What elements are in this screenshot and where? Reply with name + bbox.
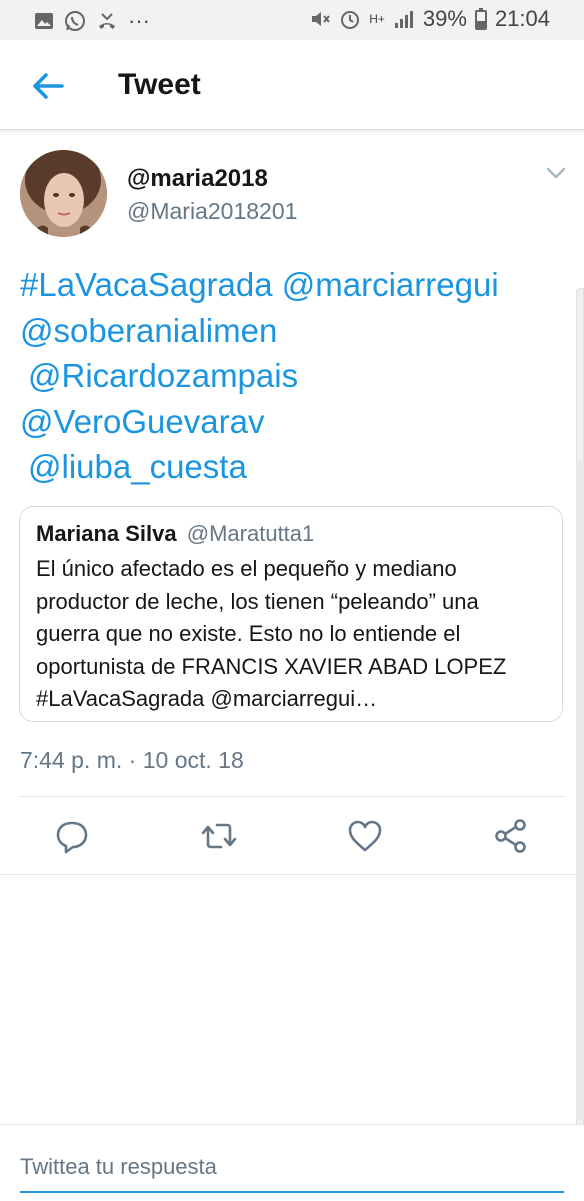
reply-icon[interactable] — [52, 816, 92, 856]
signal-icon — [394, 11, 413, 28]
reply-input[interactable] — [20, 1149, 560, 1185]
tweet-text-line[interactable]: @Ricardozampais — [20, 353, 570, 399]
missed-call-icon — [99, 13, 115, 29]
quoted-body-line: El único afectado es el pequeño y median… — [36, 556, 457, 581]
author-name[interactable]: @maria2018 — [127, 165, 268, 193]
quoted-body-line: #LaVacaSagrada @marciarregui… — [36, 686, 378, 711]
avatar-image — [20, 150, 107, 237]
quoted-body-line: oportunista de FRANCIS XAVIER ABAD LOPEZ — [36, 653, 507, 679]
back-arrow-icon[interactable] — [30, 68, 66, 104]
share-icon[interactable] — [491, 816, 531, 856]
quoted-body-line: productor de leche, los tienen “peleando… — [36, 588, 479, 614]
tweet-text-line[interactable]: @soberanialimen — [20, 308, 570, 354]
quoted-tweet-header: Mariana Silva @Maratutta1 — [36, 521, 314, 547]
mute-icon — [312, 12, 330, 26]
network-type: H+ — [369, 12, 385, 26]
chevron-down-icon[interactable] — [545, 166, 567, 180]
tweet-text-line[interactable]: @liuba_cuesta — [20, 444, 570, 490]
divider — [20, 796, 564, 797]
quoted-tweet-card[interactable]: Mariana Silva @Maratutta1 El único afect… — [19, 506, 563, 722]
scrollbar-thumb[interactable] — [576, 460, 584, 1120]
divider — [0, 874, 584, 875]
tweet-text-line[interactable]: @VeroGuevarav — [20, 399, 570, 445]
status-bar-system: H+ 39% 21:04 — [309, 6, 550, 32]
alarm-icon — [341, 11, 360, 29]
author-handle[interactable]: @Maria2018201 — [127, 198, 297, 225]
status-bar: ··· H+ 39% 21:04 — [0, 0, 584, 40]
reply-input-underline — [20, 1191, 564, 1193]
more-dots-icon: ··· — [128, 8, 150, 33]
status-bar-notifications: ··· — [34, 8, 150, 34]
reply-bar — [0, 1124, 584, 1201]
quoted-tweet-body: El único afectado es el pequeño y median… — [36, 553, 556, 716]
app-header: Tweet — [0, 40, 584, 130]
page-title: Tweet — [118, 68, 201, 101]
tweet-text: #LaVacaSagrada @marciarregui @soberanial… — [20, 262, 570, 490]
tweet-timestamp: 7:44 p. m. · 10 oct. 18 — [20, 747, 244, 773]
quoted-body-line: guerra que no existe. Esto no lo entiend… — [36, 621, 461, 646]
quoted-author-name: Mariana Silva — [36, 521, 177, 546]
avatar[interactable] — [20, 150, 107, 237]
battery-percent: 39% — [422, 6, 467, 31]
tweet-text-line[interactable]: #LaVacaSagrada @marciarregui — [20, 262, 570, 308]
quoted-author-handle: @Maratutta1 — [186, 521, 315, 546]
tweet-actions — [0, 812, 584, 862]
whatsapp-icon — [65, 11, 85, 31]
retweet-icon[interactable] — [199, 816, 239, 856]
image-icon — [35, 13, 53, 29]
clock: 21:04 — [494, 6, 550, 31]
battery-icon — [474, 8, 487, 30]
like-icon[interactable] — [345, 816, 385, 856]
